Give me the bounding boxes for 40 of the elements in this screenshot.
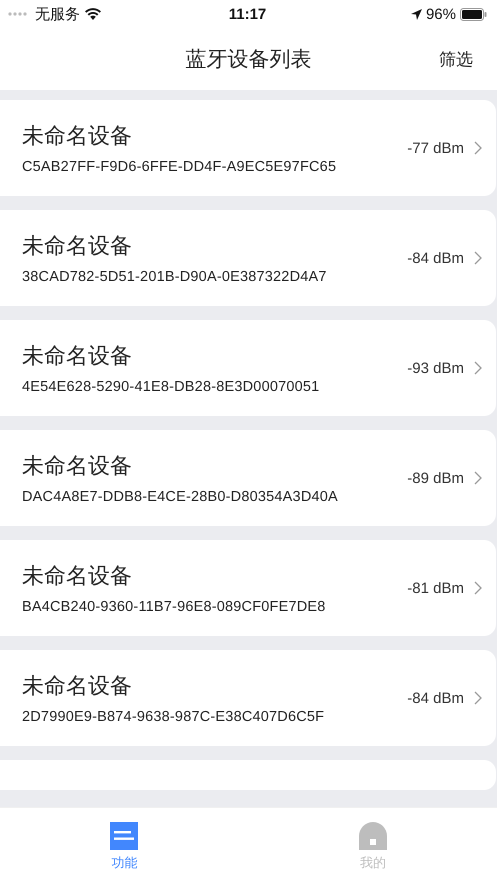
device-card[interactable]: 未命名设备 C5AB27FF-F9D6-6FFE-DD4F-A9EC5E97FC65 -77 dBm — [0, 100, 496, 196]
battery-percent: 96% — [426, 6, 456, 22]
filter-button[interactable]: 筛选 — [437, 46, 475, 73]
signal-strength: -77 dBm — [407, 140, 464, 156]
battery-icon — [460, 8, 487, 20]
device-id: DAC4A8E7-DDB8-E4CE-28B0-D80354A3D40A — [22, 489, 338, 505]
chevron-icon — [474, 471, 482, 485]
chevron-icon — [474, 141, 482, 155]
device-card[interactable]: 未命名设备 DAC4A8E7-DDB8-E4CE-28B0-D80354A3D40A -89 dBm — [0, 430, 496, 526]
device-card[interactable]: 未命名设备 BA4CB240-9360-11B7-96E8-089CF0FE7DE8 -81 dBm — [0, 540, 496, 636]
device-name: 未命名设备 — [22, 342, 133, 370]
chevron-icon — [474, 581, 482, 595]
signal-strength: -84 dBm — [407, 690, 464, 706]
carrier-label: 无服务 — [35, 4, 80, 24]
device-id: BA4CB240-9360-11B7-96E8-089CF0FE7DE8 — [22, 599, 326, 615]
chevron-icon — [474, 251, 482, 265]
device-card[interactable]: 未命名设备 38CAD782-5D51-201B-D90A-0E387322D4A7 -84 dBm — [0, 210, 496, 306]
signal-strength: -89 dBm — [407, 470, 464, 486]
clock: 11:17 — [228, 6, 266, 22]
signal-strength: -81 dBm — [407, 580, 464, 596]
device-name: 未命名设备 — [22, 122, 133, 150]
device-name: 未命名设备 — [22, 232, 133, 260]
page-title: 蓝牙设备列表 — [186, 47, 312, 73]
device-name: 未命名设备 — [22, 672, 133, 700]
chevron-icon — [474, 361, 482, 375]
device-id: 2D7990E9-B874-9638-987C-E38C407D6C5F — [22, 709, 324, 725]
house-icon — [358, 822, 387, 850]
chevron-icon — [474, 691, 482, 705]
device-name: 未命名设备 — [22, 562, 133, 590]
device-id: 38CAD782-5D51-201B-D90A-0E387322D4A7 — [22, 269, 327, 285]
device-card[interactable]: 未命名设备 4E54E628-5290-41E8-DB28-8E3D00070051 -93 dBm — [0, 320, 496, 416]
device-id: 4E54E628-5290-41E8-DB28-8E3D00070051 — [22, 379, 320, 395]
wifi-icon — [85, 8, 101, 20]
device-card[interactable]: 未命名设备 2D7990E9-B874-9638-987C-E38C407D6C5F -84 dBm — [0, 650, 496, 746]
menu-icon — [110, 822, 138, 850]
location-icon — [410, 8, 422, 20]
signal-strength: -93 dBm — [407, 360, 464, 376]
signal-strength: -84 dBm — [407, 250, 464, 266]
device-id: C5AB27FF-F9D6-6FFE-DD4F-A9EC5E97FC65 — [22, 159, 336, 175]
device-name: 未命名设备 — [22, 452, 133, 480]
